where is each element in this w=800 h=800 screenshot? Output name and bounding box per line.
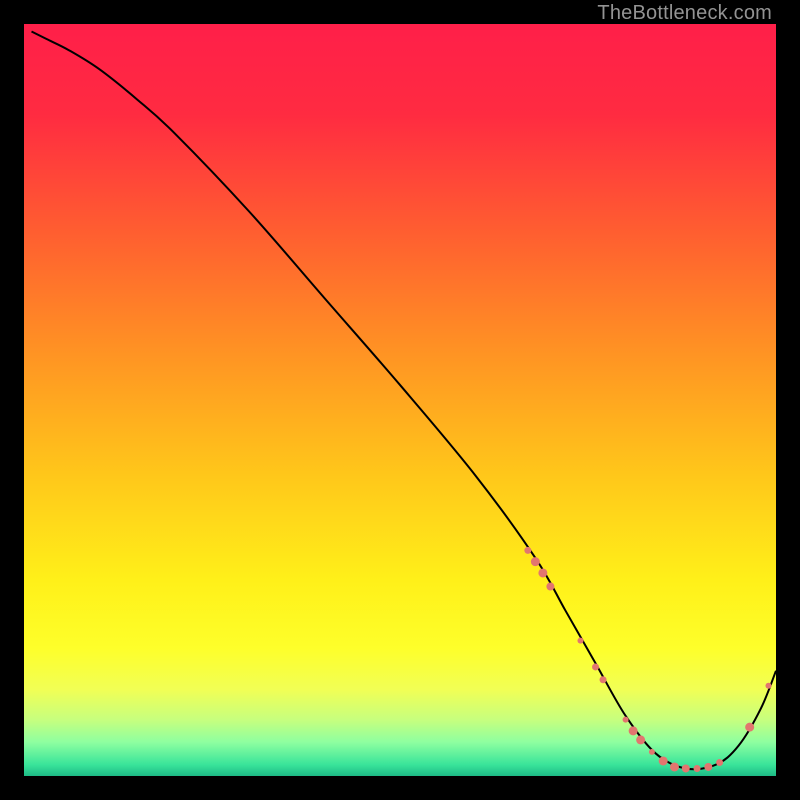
marker-dot bbox=[538, 568, 547, 577]
marker-dot bbox=[682, 764, 690, 772]
marker-dot bbox=[649, 749, 655, 755]
chart-svg bbox=[24, 24, 776, 776]
marker-dot bbox=[623, 717, 629, 723]
marker-dot bbox=[531, 557, 540, 566]
marker-dot bbox=[765, 683, 771, 689]
marker-dot bbox=[600, 676, 607, 683]
marker-dot bbox=[546, 582, 554, 590]
marker-dot bbox=[524, 547, 531, 554]
marker-dot bbox=[592, 663, 599, 670]
marker-dot bbox=[704, 763, 712, 771]
watermark-text: TheBottleneck.com bbox=[597, 2, 772, 25]
marker-dot bbox=[659, 756, 668, 765]
marker-dot bbox=[636, 735, 645, 744]
marker-dot bbox=[745, 723, 754, 732]
marker-dot bbox=[716, 759, 723, 766]
marker-dot bbox=[629, 726, 638, 735]
marker-dot bbox=[670, 762, 679, 771]
marker-dot bbox=[694, 765, 701, 772]
plot-background bbox=[24, 24, 776, 776]
marker-dot bbox=[577, 638, 583, 644]
